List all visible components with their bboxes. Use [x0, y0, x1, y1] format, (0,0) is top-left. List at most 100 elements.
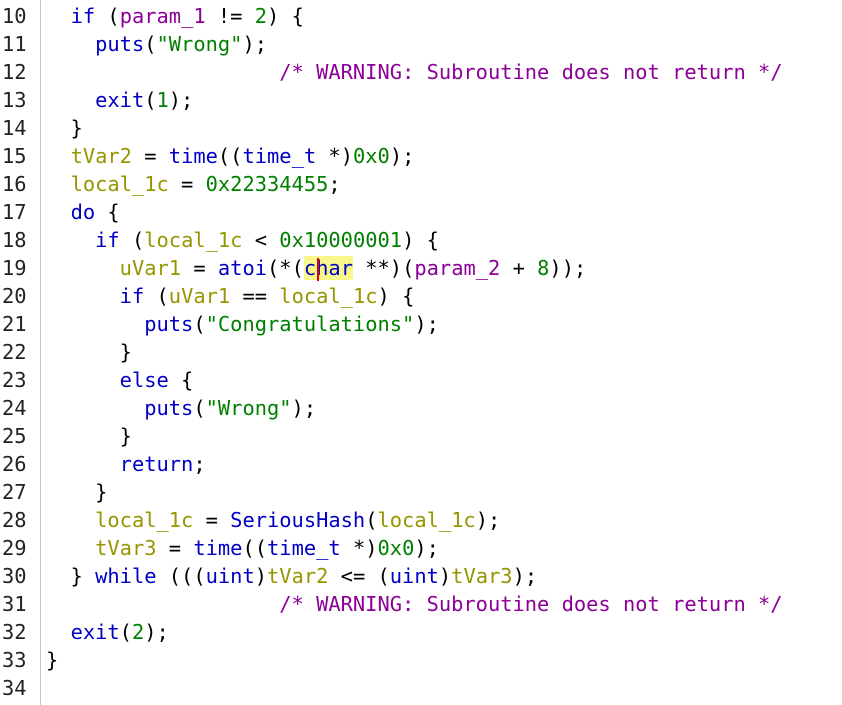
code-line[interactable]: 27 }	[0, 478, 842, 506]
code-text[interactable]: local_1c = SeriousHash(local_1c);	[46, 506, 500, 534]
code-line[interactable]: 18 if (local_1c < 0x10000001) {	[0, 226, 842, 254]
code-line[interactable]: 22 }	[0, 338, 842, 366]
code-text[interactable]: if (local_1c < 0x10000001) {	[46, 226, 439, 254]
token-variable[interactable]: tVar2	[71, 144, 132, 168]
code-text[interactable]: else {	[46, 366, 194, 394]
code-line[interactable]: 29 tVar3 = time((time_t *)0x0);	[0, 534, 842, 562]
token-variable[interactable]: tVar2	[267, 564, 328, 588]
code-line[interactable]: 33}	[0, 646, 842, 674]
token-constant[interactable]: 0x0	[353, 144, 390, 168]
code-text[interactable]: }	[46, 114, 83, 142]
token-type[interactable]: time_t	[267, 536, 341, 560]
token-variable[interactable]: local_1c	[279, 284, 377, 308]
token-variable[interactable]: uVar1	[169, 284, 230, 308]
token-type[interactable]: uint	[206, 564, 255, 588]
token-string[interactable]: "Congratulations"	[206, 312, 415, 336]
token-type[interactable]: time_t	[242, 144, 316, 168]
token-plain: ));	[549, 256, 587, 280]
code-text[interactable]: } while (((uint)tVar2 <= (uint)tVar3);	[46, 562, 538, 590]
code-line[interactable]: 17 do {	[0, 198, 842, 226]
token-constant[interactable]: 0x10000001	[279, 228, 402, 252]
code-text[interactable]: puts("Wrong");	[46, 30, 267, 58]
token-keyword[interactable]: do	[71, 200, 96, 224]
token-plain: {	[95, 200, 120, 224]
code-line[interactable]: 24 puts("Wrong");	[0, 394, 842, 422]
code-line[interactable]: 31 /* WARNING: Subroutine does not retur…	[0, 590, 842, 618]
code-text[interactable]: do {	[46, 198, 120, 226]
code-text[interactable]: if (param_1 != 2) {	[46, 2, 304, 30]
token-keyword[interactable]: if	[95, 228, 120, 252]
code-line[interactable]: 28 local_1c = SeriousHash(local_1c);	[0, 506, 842, 534]
code-text[interactable]: if (uVar1 == local_1c) {	[46, 282, 415, 310]
token-function[interactable]: exit	[71, 620, 120, 644]
code-line[interactable]: 15 tVar2 = time((time_t *)0x0);	[0, 142, 842, 170]
token-param[interactable]: param_1	[120, 4, 206, 28]
token-function[interactable]: puts	[95, 32, 144, 56]
token-variable[interactable]: tVar3	[95, 536, 156, 560]
code-text[interactable]: local_1c = 0x22334455;	[46, 170, 341, 198]
token-constant[interactable]: 8	[537, 256, 549, 280]
code-line[interactable]: 34	[0, 674, 842, 702]
token-function[interactable]: time	[169, 144, 218, 168]
code-text[interactable]: }	[46, 338, 132, 366]
token-variable[interactable]: uVar1	[120, 256, 181, 280]
code-line[interactable]: 26 return;	[0, 450, 842, 478]
token-comment[interactable]: /* WARNING: Subroutine does not return *…	[279, 592, 782, 616]
code-text[interactable]: puts("Congratulations");	[46, 310, 439, 338]
code-line[interactable]: 25 }	[0, 422, 842, 450]
code-line[interactable]: 11 puts("Wrong");	[0, 30, 842, 58]
code-text[interactable]: }	[46, 646, 58, 674]
code-line[interactable]: 32 exit(2);	[0, 618, 842, 646]
code-text[interactable]: tVar3 = time((time_t *)0x0);	[46, 534, 439, 562]
token-variable[interactable]: local_1c	[144, 228, 242, 252]
token-type[interactable]: char	[303, 256, 353, 280]
token-function[interactable]: exit	[95, 88, 144, 112]
token-keyword[interactable]: if	[71, 4, 96, 28]
code-line[interactable]: 13 exit(1);	[0, 86, 842, 114]
token-constant[interactable]: 0x0	[378, 536, 415, 560]
decompiler-code-view[interactable]: 10 if (param_1 != 2) {11 puts("Wrong"); 1…	[0, 0, 842, 705]
code-line[interactable]: 21 puts("Congratulations");	[0, 310, 842, 338]
code-text[interactable]: puts("Wrong");	[46, 394, 316, 422]
token-string[interactable]: "Wrong"	[157, 32, 243, 56]
code-text[interactable]: }	[46, 422, 132, 450]
code-line[interactable]: 14 }	[0, 114, 842, 142]
token-keyword[interactable]: while	[95, 564, 156, 588]
token-constant[interactable]: 1	[157, 88, 169, 112]
token-param[interactable]: param_2	[414, 256, 500, 280]
line-number: 14	[2, 116, 27, 140]
token-function[interactable]: time	[193, 536, 242, 560]
code-text[interactable]: exit(1);	[46, 86, 193, 114]
token-constant[interactable]: 0x22334455	[206, 172, 329, 196]
code-line[interactable]: 16 local_1c = 0x22334455;	[0, 170, 842, 198]
token-constant[interactable]: 2	[255, 4, 267, 28]
token-variable[interactable]: tVar3	[451, 564, 512, 588]
code-line[interactable]: 20 if (uVar1 == local_1c) {	[0, 282, 842, 310]
token-keyword[interactable]: return	[120, 452, 194, 476]
code-text[interactable]: }	[46, 478, 107, 506]
token-function[interactable]: atoi	[218, 256, 267, 280]
token-function[interactable]: puts	[144, 312, 193, 336]
token-constant[interactable]: 2	[132, 620, 144, 644]
token-variable[interactable]: local_1c	[71, 172, 169, 196]
token-string[interactable]: "Wrong"	[206, 396, 292, 420]
code-line[interactable]: 12 /* WARNING: Subroutine does not retur…	[0, 58, 842, 86]
token-function[interactable]: SeriousHash	[230, 508, 365, 532]
code-text[interactable]: tVar2 = time((time_t *)0x0);	[46, 142, 415, 170]
code-line[interactable]: 19 uVar1 = atoi(*(char **)(param_2 + 8))…	[0, 254, 842, 282]
code-text[interactable]: return;	[46, 450, 206, 478]
code-text[interactable]: exit(2);	[46, 618, 169, 646]
code-text[interactable]: /* WARNING: Subroutine does not return *…	[46, 590, 782, 618]
code-text[interactable]: /* WARNING: Subroutine does not return *…	[46, 58, 782, 86]
token-variable[interactable]: local_1c	[378, 508, 476, 532]
token-comment[interactable]: /* WARNING: Subroutine does not return *…	[279, 60, 782, 84]
code-line[interactable]: 23 else {	[0, 366, 842, 394]
token-type[interactable]: uint	[390, 564, 439, 588]
code-line[interactable]: 30 } while (((uint)tVar2 <= (uint)tVar3)…	[0, 562, 842, 590]
token-variable[interactable]: local_1c	[95, 508, 193, 532]
code-line[interactable]: 10 if (param_1 != 2) {	[0, 2, 842, 30]
token-keyword[interactable]: else	[120, 368, 169, 392]
token-keyword[interactable]: if	[120, 284, 145, 308]
token-function[interactable]: puts	[144, 396, 193, 420]
